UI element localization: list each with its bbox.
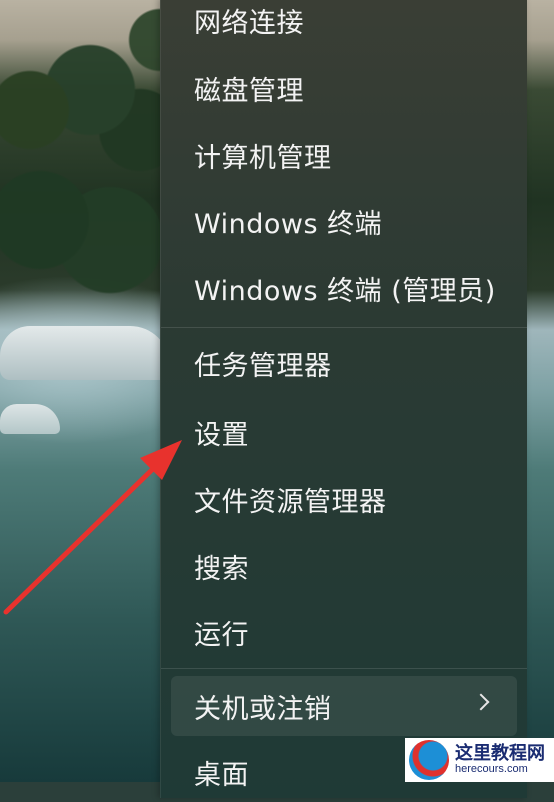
menu-item-label: 磁盘管理 <box>194 75 304 107</box>
menu-item-settings[interactable]: 设置 <box>161 402 527 462</box>
menu-item-label: 任务管理器 <box>194 350 332 382</box>
menu-item-label: 设置 <box>194 419 249 451</box>
menu-item-label: Windows 终端 <box>194 208 383 240</box>
menu-item-windows-terminal-admin[interactable]: Windows 终端 (管理员) <box>161 258 527 318</box>
wallpaper-forest <box>0 0 170 330</box>
watermark-text-cn: 这里教程网 <box>455 742 545 764</box>
menu-item-search[interactable]: 搜索 <box>161 536 527 596</box>
watermark-logo-icon <box>409 740 449 780</box>
watermark-text-en: herecours.com <box>455 762 528 775</box>
menu-item-shutdown-signout[interactable]: 关机或注销 <box>161 676 527 736</box>
menu-item-file-explorer[interactable]: 文件资源管理器 <box>161 469 527 529</box>
menu-item-network-connections[interactable]: 网络连接 <box>161 0 527 50</box>
wallpaper-rock <box>0 326 170 380</box>
menu-item-label: 文件资源管理器 <box>194 486 387 518</box>
watermark-logo: 这里教程网 herecours.com <box>405 738 554 782</box>
menu-item-computer-management[interactable]: 计算机管理 <box>161 125 527 185</box>
menu-item-label: 运行 <box>194 619 249 651</box>
menu-separator <box>161 327 527 328</box>
menu-item-label: 关机或注销 <box>194 693 332 725</box>
winx-context-menu: 网络连接 磁盘管理 计算机管理 Windows 终端 Windows 终端 (管… <box>160 0 527 798</box>
menu-item-label: Windows 终端 (管理员) <box>194 275 496 307</box>
menu-item-label: 计算机管理 <box>194 142 332 174</box>
menu-item-label: 搜索 <box>194 553 249 585</box>
menu-item-run[interactable]: 运行 <box>161 602 527 662</box>
chevron-right-icon <box>472 693 490 711</box>
menu-item-task-manager[interactable]: 任务管理器 <box>161 333 527 393</box>
menu-item-label: 桌面 <box>194 759 249 791</box>
menu-separator <box>161 668 527 669</box>
menu-item-disk-management[interactable]: 磁盘管理 <box>161 58 527 118</box>
menu-item-windows-terminal[interactable]: Windows 终端 <box>161 191 527 251</box>
menu-item-label: 网络连接 <box>194 7 304 39</box>
